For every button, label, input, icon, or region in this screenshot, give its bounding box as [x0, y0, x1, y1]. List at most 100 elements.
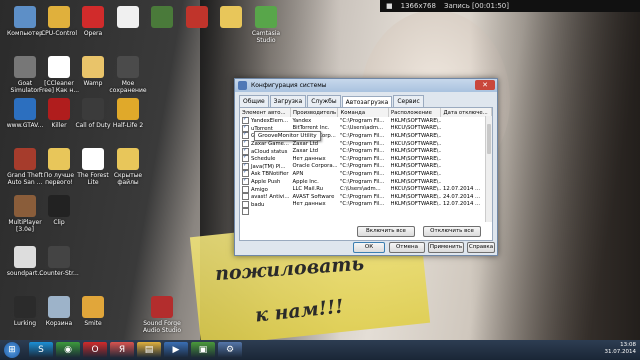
- startup-checkbox[interactable]: [242, 117, 249, 125]
- desktop-icon[interactable]: Sound Forge Audio Studio: [141, 296, 183, 334]
- desktop-icon-label: Sound Forge Audio Studio: [142, 320, 182, 334]
- startup-checkbox[interactable]: [242, 178, 249, 186]
- tab-services[interactable]: Службы: [307, 95, 341, 107]
- app-icon: [186, 6, 208, 28]
- desktop-icon-label: Call of Duty: [75, 122, 111, 129]
- clock-date[interactable]: 31.07.2014: [605, 349, 637, 356]
- cell-text: Java(TM) Pl...: [251, 163, 286, 170]
- scrollbar[interactable]: [485, 116, 492, 222]
- startup-checkbox[interactable]: [242, 185, 249, 193]
- tab-general[interactable]: Общие: [239, 95, 269, 107]
- desktop-icon[interactable]: Smite: [72, 296, 114, 327]
- cell-name: Ask TBNotifier: [240, 170, 291, 178]
- cell-text: 12.07.2014 ...: [442, 186, 481, 193]
- cell-date: [441, 208, 492, 216]
- desktop-icon[interactable]: Скрытые файлы: [107, 148, 149, 186]
- desktop-icon[interactable]: Clip: [38, 195, 80, 226]
- startup-checkbox[interactable]: [242, 200, 249, 208]
- startup-checkbox[interactable]: [242, 125, 249, 132]
- startup-checkbox[interactable]: [242, 170, 249, 178]
- yandex-icon[interactable]: Я: [110, 342, 134, 358]
- msconfig-icon[interactable]: ⚙: [218, 342, 242, 358]
- table-row[interactable]: YandexElem...Yandex "C:\Program Fil... HKL…: [240, 117, 492, 125]
- desktop-icon[interactable]: Counter-Str...: [38, 246, 80, 277]
- cell-date: 12.07.2014 ...: [441, 185, 492, 193]
- close-button[interactable]: ✕: [475, 80, 495, 90]
- cell-maker: AVAST Software: [291, 193, 338, 201]
- cell-text: "C:\Program Fil...: [339, 193, 385, 200]
- column-header-maker[interactable]: Производитель: [290, 108, 339, 117]
- cell-text: HKLM\SOFTWARE\...: [390, 178, 441, 185]
- chrome-icon[interactable]: ◉: [56, 342, 80, 358]
- startup-checkbox[interactable]: [242, 193, 249, 201]
- app-icon: [14, 195, 36, 217]
- apply-button[interactable]: Применить: [428, 242, 464, 253]
- cell-maker: APN: [291, 170, 338, 178]
- cell-text: "C:\Program Fil...: [339, 140, 385, 147]
- cell-command: "C:\Program Fil...: [338, 147, 389, 155]
- help-button[interactable]: Справка: [467, 242, 495, 253]
- cell-text: HKLM\SOFTWARE\...: [390, 117, 441, 124]
- column-header-location[interactable]: Расположение: [388, 108, 442, 117]
- opera-icon[interactable]: O: [83, 342, 107, 358]
- tab-tools[interactable]: Сервис: [393, 95, 424, 107]
- app-icon: [151, 6, 173, 28]
- app-icon: [48, 195, 70, 217]
- table-row[interactable]: Ask TBNotifierAPN "C:\Program Fil... HKLM\…: [240, 170, 492, 178]
- cell-name: Schedule: [240, 155, 291, 163]
- cell-text: Нет данных: [292, 155, 326, 162]
- cell-date: 12.07.2014 ...: [441, 201, 492, 209]
- app-icon: [14, 98, 36, 120]
- startup-checkbox[interactable]: [242, 208, 249, 216]
- cell-maker: Apple Inc.: [291, 178, 338, 186]
- table-row[interactable]: Apple Push Apple Inc. "C:\Program Fil... HK…: [240, 178, 492, 186]
- cell-text: Apple Inc.: [292, 178, 319, 185]
- cell-text: "C:\Program Fil...: [339, 148, 385, 155]
- cell-date: [441, 117, 492, 125]
- desktop-icon[interactable]: Camtasia Studio: [245, 6, 287, 44]
- startup-checkbox[interactable]: [242, 163, 249, 170]
- explorer-icon[interactable]: ▤: [137, 342, 161, 358]
- ok-button[interactable]: ОК: [353, 242, 385, 253]
- cell-maker: LLC Mail.Ru: [291, 185, 338, 193]
- desktop-icon[interactable]: Мое сохранение: [107, 56, 149, 94]
- startup-checkbox[interactable]: [242, 140, 249, 148]
- table-row[interactable]: [240, 208, 492, 216]
- column-header-date[interactable]: Дата отключе...: [440, 108, 492, 117]
- start-button[interactable]: ⊞: [4, 342, 20, 358]
- recording-resolution: 1366x768: [400, 2, 436, 10]
- cell-text: Schedule: [251, 156, 276, 163]
- table-header-row: Элемент авто... Производитель Команда Ра…: [240, 108, 492, 117]
- column-header-command[interactable]: Команда: [337, 108, 389, 117]
- table-row[interactable]: Amigo LLC Mail.Ru C:\Users\adm... HKCU\SOFT…: [240, 185, 492, 193]
- startup-checkbox[interactable]: [242, 155, 249, 163]
- tab-boot[interactable]: Загрузка: [269, 95, 307, 107]
- startup-checkbox[interactable]: [242, 147, 249, 155]
- skype-icon[interactable]: S: [29, 342, 53, 358]
- table-row[interactable]: Java(TM) Pl... Oracle Corpora..."C:\Progr…: [240, 163, 492, 171]
- cell-date: [441, 125, 492, 133]
- cell-date: 24.07.2014 ...: [441, 193, 492, 201]
- media-icon[interactable]: ▶: [164, 342, 188, 358]
- scrollbar-thumb[interactable]: [487, 124, 491, 154]
- column-header-item[interactable]: Элемент авто...: [240, 108, 291, 117]
- enable-all-button[interactable]: Включить все: [357, 226, 415, 237]
- desktop-icon[interactable]: Half-Life 2: [107, 98, 149, 129]
- cell-text: Amigo: [251, 186, 268, 193]
- cell-text: HKLM\SOFTWARE\...: [390, 155, 441, 162]
- dialog-titlebar[interactable]: Конфигурация системы ✕: [235, 79, 497, 92]
- disable-all-button[interactable]: Отключить все: [423, 226, 481, 237]
- cell-command: "C:\Program Fil...: [338, 178, 389, 186]
- cell-location: HKLM\SOFTWARE\...: [388, 201, 441, 209]
- table-row[interactable]: badu Нет данных "C:\Program Fil... HKLM\SOF…: [240, 200, 492, 209]
- cell-maker: Нет данных: [291, 155, 338, 163]
- table-row[interactable]: Schedule Нет данных "C:\Program Fil... HKLM…: [240, 155, 492, 163]
- camtasia-icon[interactable]: ▣: [191, 342, 215, 358]
- startup-checkbox[interactable]: [242, 132, 249, 140]
- table-row[interactable]: aCloud status Zaxar Ltd "C:\Program Fil...…: [240, 147, 492, 155]
- cancel-button[interactable]: Отмена: [389, 242, 425, 253]
- table-row[interactable]: avast! Antivi... AVAST Software "C:\Progra…: [240, 193, 492, 201]
- cell-text: Ask TBNotifier: [251, 171, 289, 178]
- cell-text: HKCU\SOFTWARE\...: [390, 140, 441, 147]
- clock-time[interactable]: 13:08: [605, 342, 636, 349]
